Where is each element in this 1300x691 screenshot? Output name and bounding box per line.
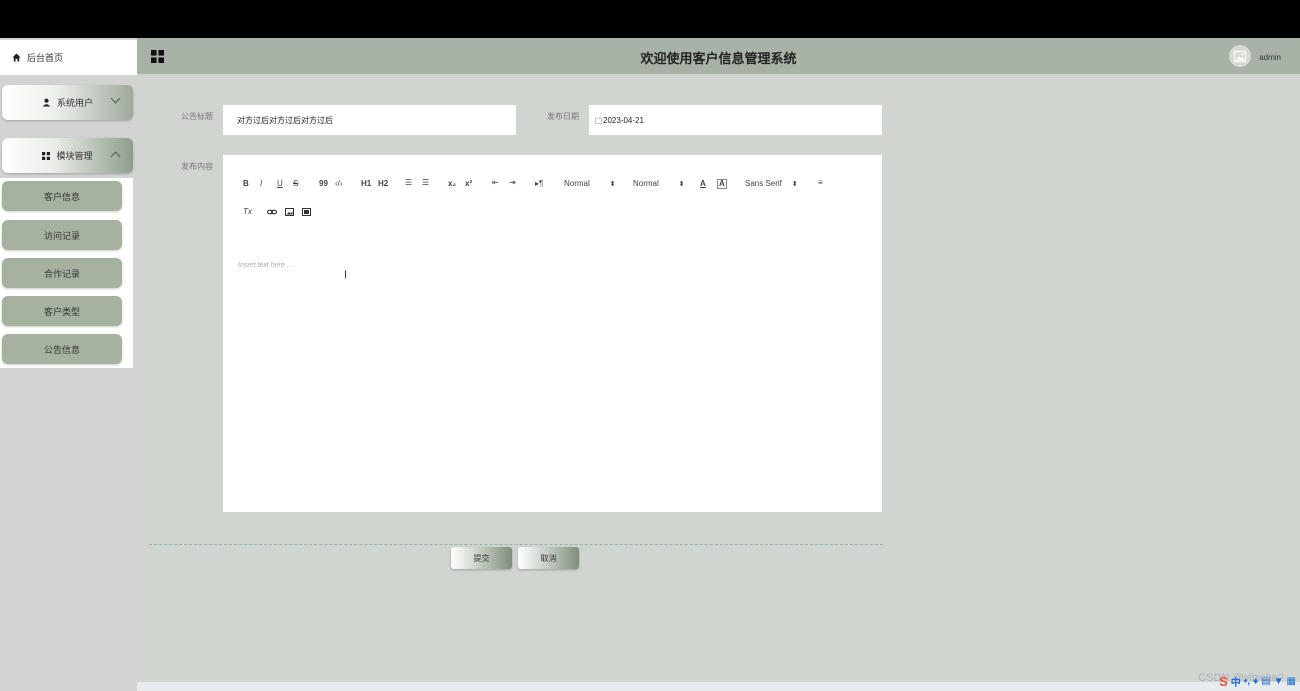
chevron-down-icon — [110, 93, 121, 104]
sidebar-item-label: 客户信息 — [43, 191, 80, 202]
main-content: 公告标题 对方过后对方过后对方过后 发布日期 2023-04-21 发布内容 B… — [137, 74, 1300, 682]
ime-logo-icon: S — [1219, 674, 1228, 689]
code-block-button[interactable]: ‹/› — [335, 179, 343, 188]
bullet-list-button[interactable]: ☰ — [422, 178, 429, 187]
background-color-button[interactable]: A — [717, 179, 727, 189]
content-label: 发布内容 — [181, 162, 213, 171]
sidebar-item-customer-type[interactable]: 客户类型 — [2, 296, 122, 326]
image-insert-icon[interactable] — [285, 208, 294, 216]
home-icon — [12, 53, 21, 62]
top-black-bar — [0, 0, 1300, 38]
subscript-button[interactable]: x₂ — [448, 179, 456, 188]
sidebar-item-label: 合作记录 — [43, 268, 80, 279]
cancel-button[interactable]: 取消 — [518, 547, 579, 569]
system-users-label: 系统用户 — [56, 98, 93, 108]
sidebar: 后台首页 系统用户 模块管理 客户信息 访问记录 合作记录 客户类型 公告信息 — [0, 38, 137, 691]
sidebar-menu-system-users[interactable]: 系统用户 — [2, 85, 133, 120]
bottom-strip — [137, 682, 1300, 691]
direction-button[interactable]: ▸¶ — [535, 179, 543, 188]
submit-button[interactable]: 提交 — [451, 547, 512, 569]
form-divider — [149, 544, 883, 545]
sidebar-item-label: 客户类型 — [43, 306, 80, 317]
ime-grid-icon: ▦ — [1286, 676, 1296, 687]
editor-placeholder: Insert text here ... — [238, 262, 293, 269]
title-input[interactable]: 对方过后对方过后对方过后 — [223, 105, 516, 135]
image-icon — [1234, 50, 1246, 62]
ime-microphone-icon: ♦ — [1253, 676, 1259, 687]
header-select[interactable]: Normal ⬍ — [633, 179, 685, 188]
sidebar-item-label: 公告信息 — [43, 344, 80, 355]
sidebar-item-announcements[interactable]: 公告信息 — [2, 334, 122, 364]
ime-chinese-icon: 中 — [1230, 678, 1241, 689]
ime-punctuation-icon: •, — [1243, 676, 1251, 687]
video-insert-icon[interactable] — [302, 208, 311, 216]
strike-button[interactable]: S — [293, 179, 298, 188]
h1-button[interactable]: H1 — [361, 179, 371, 188]
sidebar-item-customer-info[interactable]: 客户信息 — [2, 181, 122, 211]
font-select[interactable]: Sans Serif ⬍ — [745, 179, 798, 188]
page-title: 欢迎使用客户信息管理系统 — [640, 51, 797, 66]
clean-format-button[interactable]: Tx — [243, 207, 252, 216]
date-input-value: 2023-04-21 — [603, 115, 644, 125]
underline-button[interactable]: U — [277, 179, 283, 188]
blockquote-button[interactable]: 99 — [319, 179, 328, 188]
title-input-value: 对方过后对方过后对方过后 — [237, 115, 333, 125]
bold-button[interactable]: B — [243, 179, 249, 188]
username[interactable]: admin — [1259, 53, 1281, 62]
superscript-button[interactable]: x² — [465, 179, 472, 188]
select-arrow-icon: ⬍ — [678, 181, 685, 188]
calendar-icon — [595, 117, 602, 124]
align-button[interactable]: ≡ — [818, 178, 823, 187]
sidebar-item-home-label: 后台首页 — [27, 53, 64, 63]
rich-text-editor[interactable]: B I U S 99 ‹/› H1 H2 ☰ ☰ x₂ x² ⇤ ⇥ ▸¶ No… — [223, 155, 882, 512]
h2-button[interactable]: H2 — [378, 179, 388, 188]
ime-shirt-icon: ▼ — [1273, 676, 1284, 687]
sidebar-item-cooperation-records[interactable]: 合作记录 — [2, 258, 122, 288]
text-cursor-icon: I — [344, 269, 348, 281]
avatar[interactable] — [1229, 45, 1251, 67]
sidebar-item-visit-records[interactable]: 访问记录 — [2, 220, 122, 250]
date-label: 发布日期 — [547, 112, 579, 121]
modules-label: 模块管理 — [56, 151, 93, 161]
modules-submenu: 客户信息 访问记录 合作记录 客户类型 公告信息 — [0, 178, 133, 368]
sidebar-item-label: 访问记录 — [43, 230, 80, 241]
header-select-value: Normal — [633, 179, 659, 188]
select-arrow-icon: ⬍ — [791, 181, 798, 188]
user-icon — [42, 98, 51, 107]
ime-toolbar[interactable]: S 中 •, ♦ ▤ ▼ ▦ — [1219, 674, 1296, 689]
font-select-value: Sans Serif — [745, 179, 782, 188]
grid-icon — [42, 151, 51, 160]
link-icon[interactable] — [267, 208, 277, 216]
select-arrow-icon: ⬍ — [609, 181, 616, 188]
header: 欢迎使用客户信息管理系统 admin — [137, 38, 1300, 74]
ordered-list-button[interactable]: ☰ — [405, 178, 412, 187]
title-label: 公告标题 — [181, 112, 213, 121]
chevron-up-icon — [110, 151, 121, 162]
sidebar-menu-modules[interactable]: 模块管理 — [2, 138, 133, 173]
size-select-value: Normal — [564, 179, 590, 188]
italic-button[interactable]: I — [260, 179, 262, 188]
outdent-button[interactable]: ⇤ — [492, 178, 499, 187]
ime-keyboard-icon: ▤ — [1261, 676, 1271, 687]
date-input[interactable]: 2023-04-21 — [589, 105, 882, 135]
size-select[interactable]: Normal ⬍ — [564, 179, 616, 188]
indent-button[interactable]: ⇥ — [509, 178, 516, 187]
text-color-button[interactable]: A — [700, 179, 706, 188]
sidebar-item-home[interactable]: 后台首页 — [0, 40, 137, 75]
